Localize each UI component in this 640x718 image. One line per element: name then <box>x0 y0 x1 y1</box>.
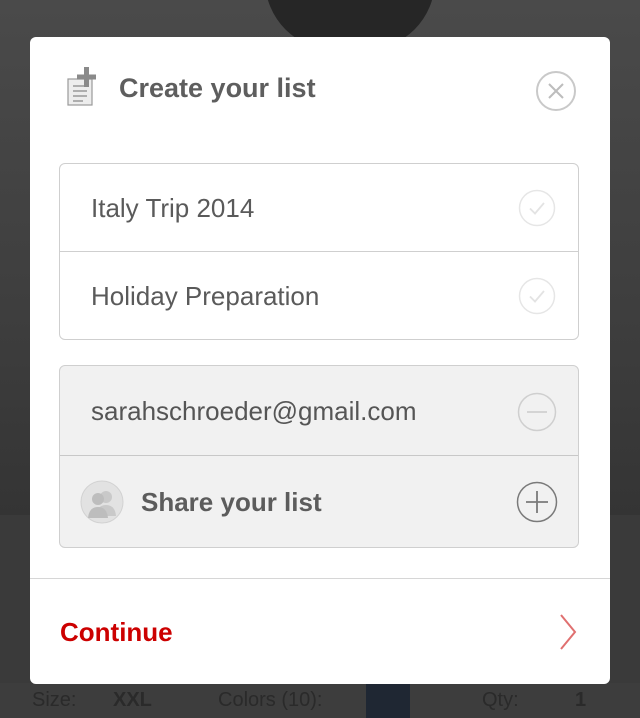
list-item[interactable]: Italy Trip 2014 <box>60 164 578 252</box>
share-list-row[interactable]: Share your list <box>60 456 578 547</box>
color-swatch <box>366 683 410 718</box>
chevron-right-icon <box>560 614 577 650</box>
checkmark-icon <box>518 277 556 315</box>
continue-button[interactable]: Continue <box>30 578 610 684</box>
share-group: sarahschroeder@gmail.com Share your list <box>59 365 579 548</box>
colors-label: Colors (10): <box>218 689 323 711</box>
product-options-bar: Size: XXL Colors (10): Qty: 1 <box>0 683 640 718</box>
list-item[interactable]: Holiday Preparation <box>60 252 578 339</box>
continue-label: Continue <box>60 617 173 647</box>
share-list-label: Share your list <box>141 487 322 517</box>
shared-email-row: sarahschroeder@gmail.com <box>60 366 578 456</box>
qty-label: Qty: <box>482 689 519 711</box>
modal-header: Create your list <box>30 37 610 147</box>
minus-circle-icon[interactable] <box>517 392 557 432</box>
users-avatar-icon <box>80 480 124 524</box>
close-icon <box>548 83 564 99</box>
qty-value: 1 <box>575 689 587 711</box>
list-item-label: Holiday Preparation <box>91 281 320 311</box>
size-label: Size: <box>32 689 77 711</box>
list-item-label: Italy Trip 2014 <box>91 193 255 223</box>
checkmark-icon <box>518 189 556 227</box>
close-button[interactable] <box>536 71 576 111</box>
add-list-icon <box>66 67 100 107</box>
shared-email: sarahschroeder@gmail.com <box>91 396 417 426</box>
size-value: XXL <box>113 689 152 711</box>
plus-circle-icon[interactable] <box>516 481 558 523</box>
modal-title: Create your list <box>119 73 316 103</box>
create-list-modal: Create your list Italy Trip 2014 Holiday… <box>30 37 610 684</box>
lists-group: Italy Trip 2014 Holiday Preparation <box>59 163 579 340</box>
